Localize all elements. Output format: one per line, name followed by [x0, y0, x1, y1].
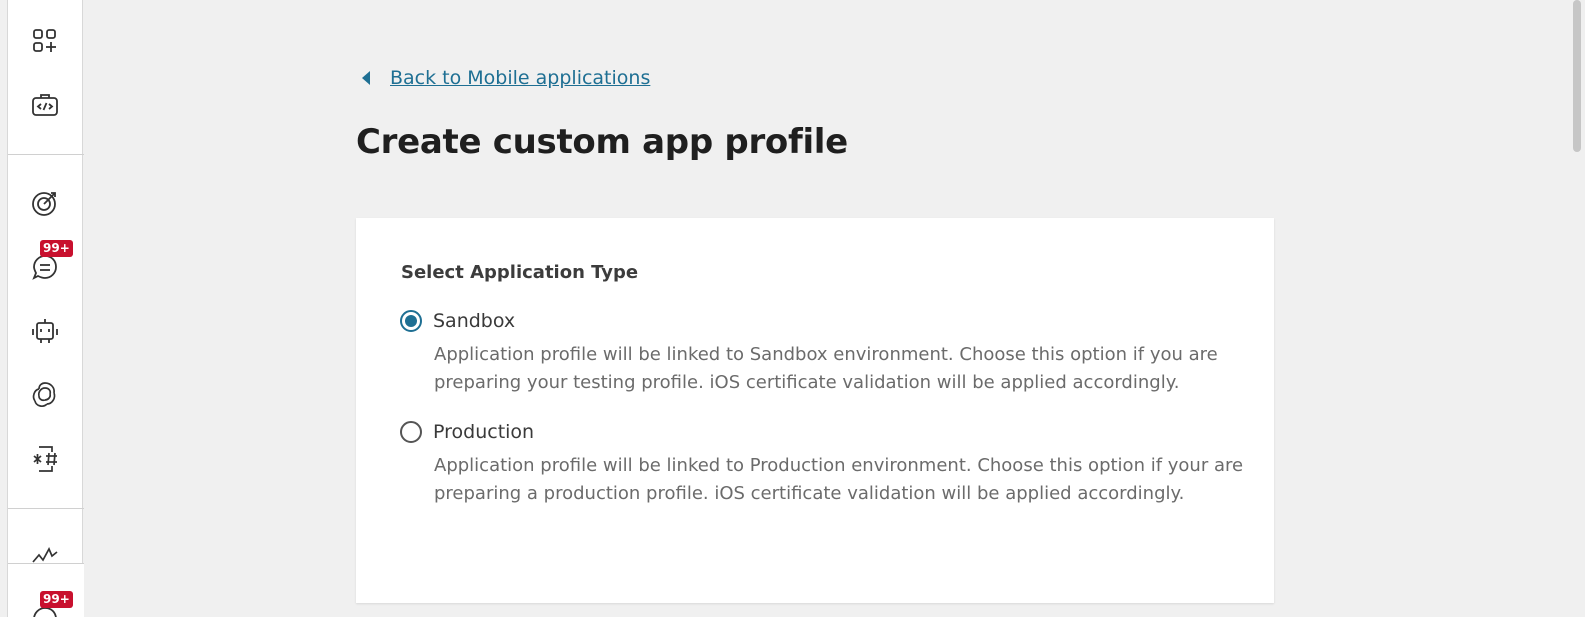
scrollbar-thumb[interactable]: [1573, 0, 1581, 152]
sandbox-description: Application profile will be linked to Sa…: [434, 344, 1218, 393]
application-type-card: Select Application Type Sandbox Applicat…: [356, 218, 1274, 603]
notification-badge: 99+: [40, 240, 73, 257]
production-radio[interactable]: [400, 421, 422, 443]
ai-swirl-icon[interactable]: [28, 378, 62, 412]
sandbox-radio[interactable]: [400, 310, 422, 332]
sandbox-label: Sandbox: [433, 310, 516, 332]
target-icon[interactable]: [28, 186, 62, 220]
mobile-hash-icon[interactable]: [28, 442, 62, 476]
left-nav-sidebar: 99+ 99+: [0, 0, 84, 617]
left-nav-panel: 99+ 99+: [7, 0, 84, 617]
activity-icon[interactable]: [28, 538, 62, 564]
add-apps-icon[interactable]: [28, 24, 62, 58]
caret-left-icon: [362, 71, 370, 85]
section-label: Select Application Type: [401, 262, 639, 283]
code-briefcase-icon[interactable]: [28, 88, 62, 122]
bot-icon[interactable]: [28, 314, 62, 348]
production-description: Application profile will be linked to Pr…: [434, 455, 1244, 504]
sidebar-lower-section: 99+: [8, 563, 84, 617]
page-scrollbar[interactable]: [1568, 0, 1585, 617]
production-label: Production: [433, 421, 535, 443]
production-option[interactable]: Production: [400, 421, 534, 443]
back-to-mobile-applications-link[interactable]: Back to Mobile applications: [360, 64, 650, 92]
page-title: Create custom app profile: [356, 122, 848, 162]
sidebar-divider: [8, 154, 84, 155]
sandbox-option[interactable]: Sandbox: [400, 310, 515, 332]
notification-badge: 99+: [40, 591, 73, 608]
sidebar-divider: [8, 508, 84, 509]
back-link-label[interactable]: Back to Mobile applications: [390, 67, 650, 89]
